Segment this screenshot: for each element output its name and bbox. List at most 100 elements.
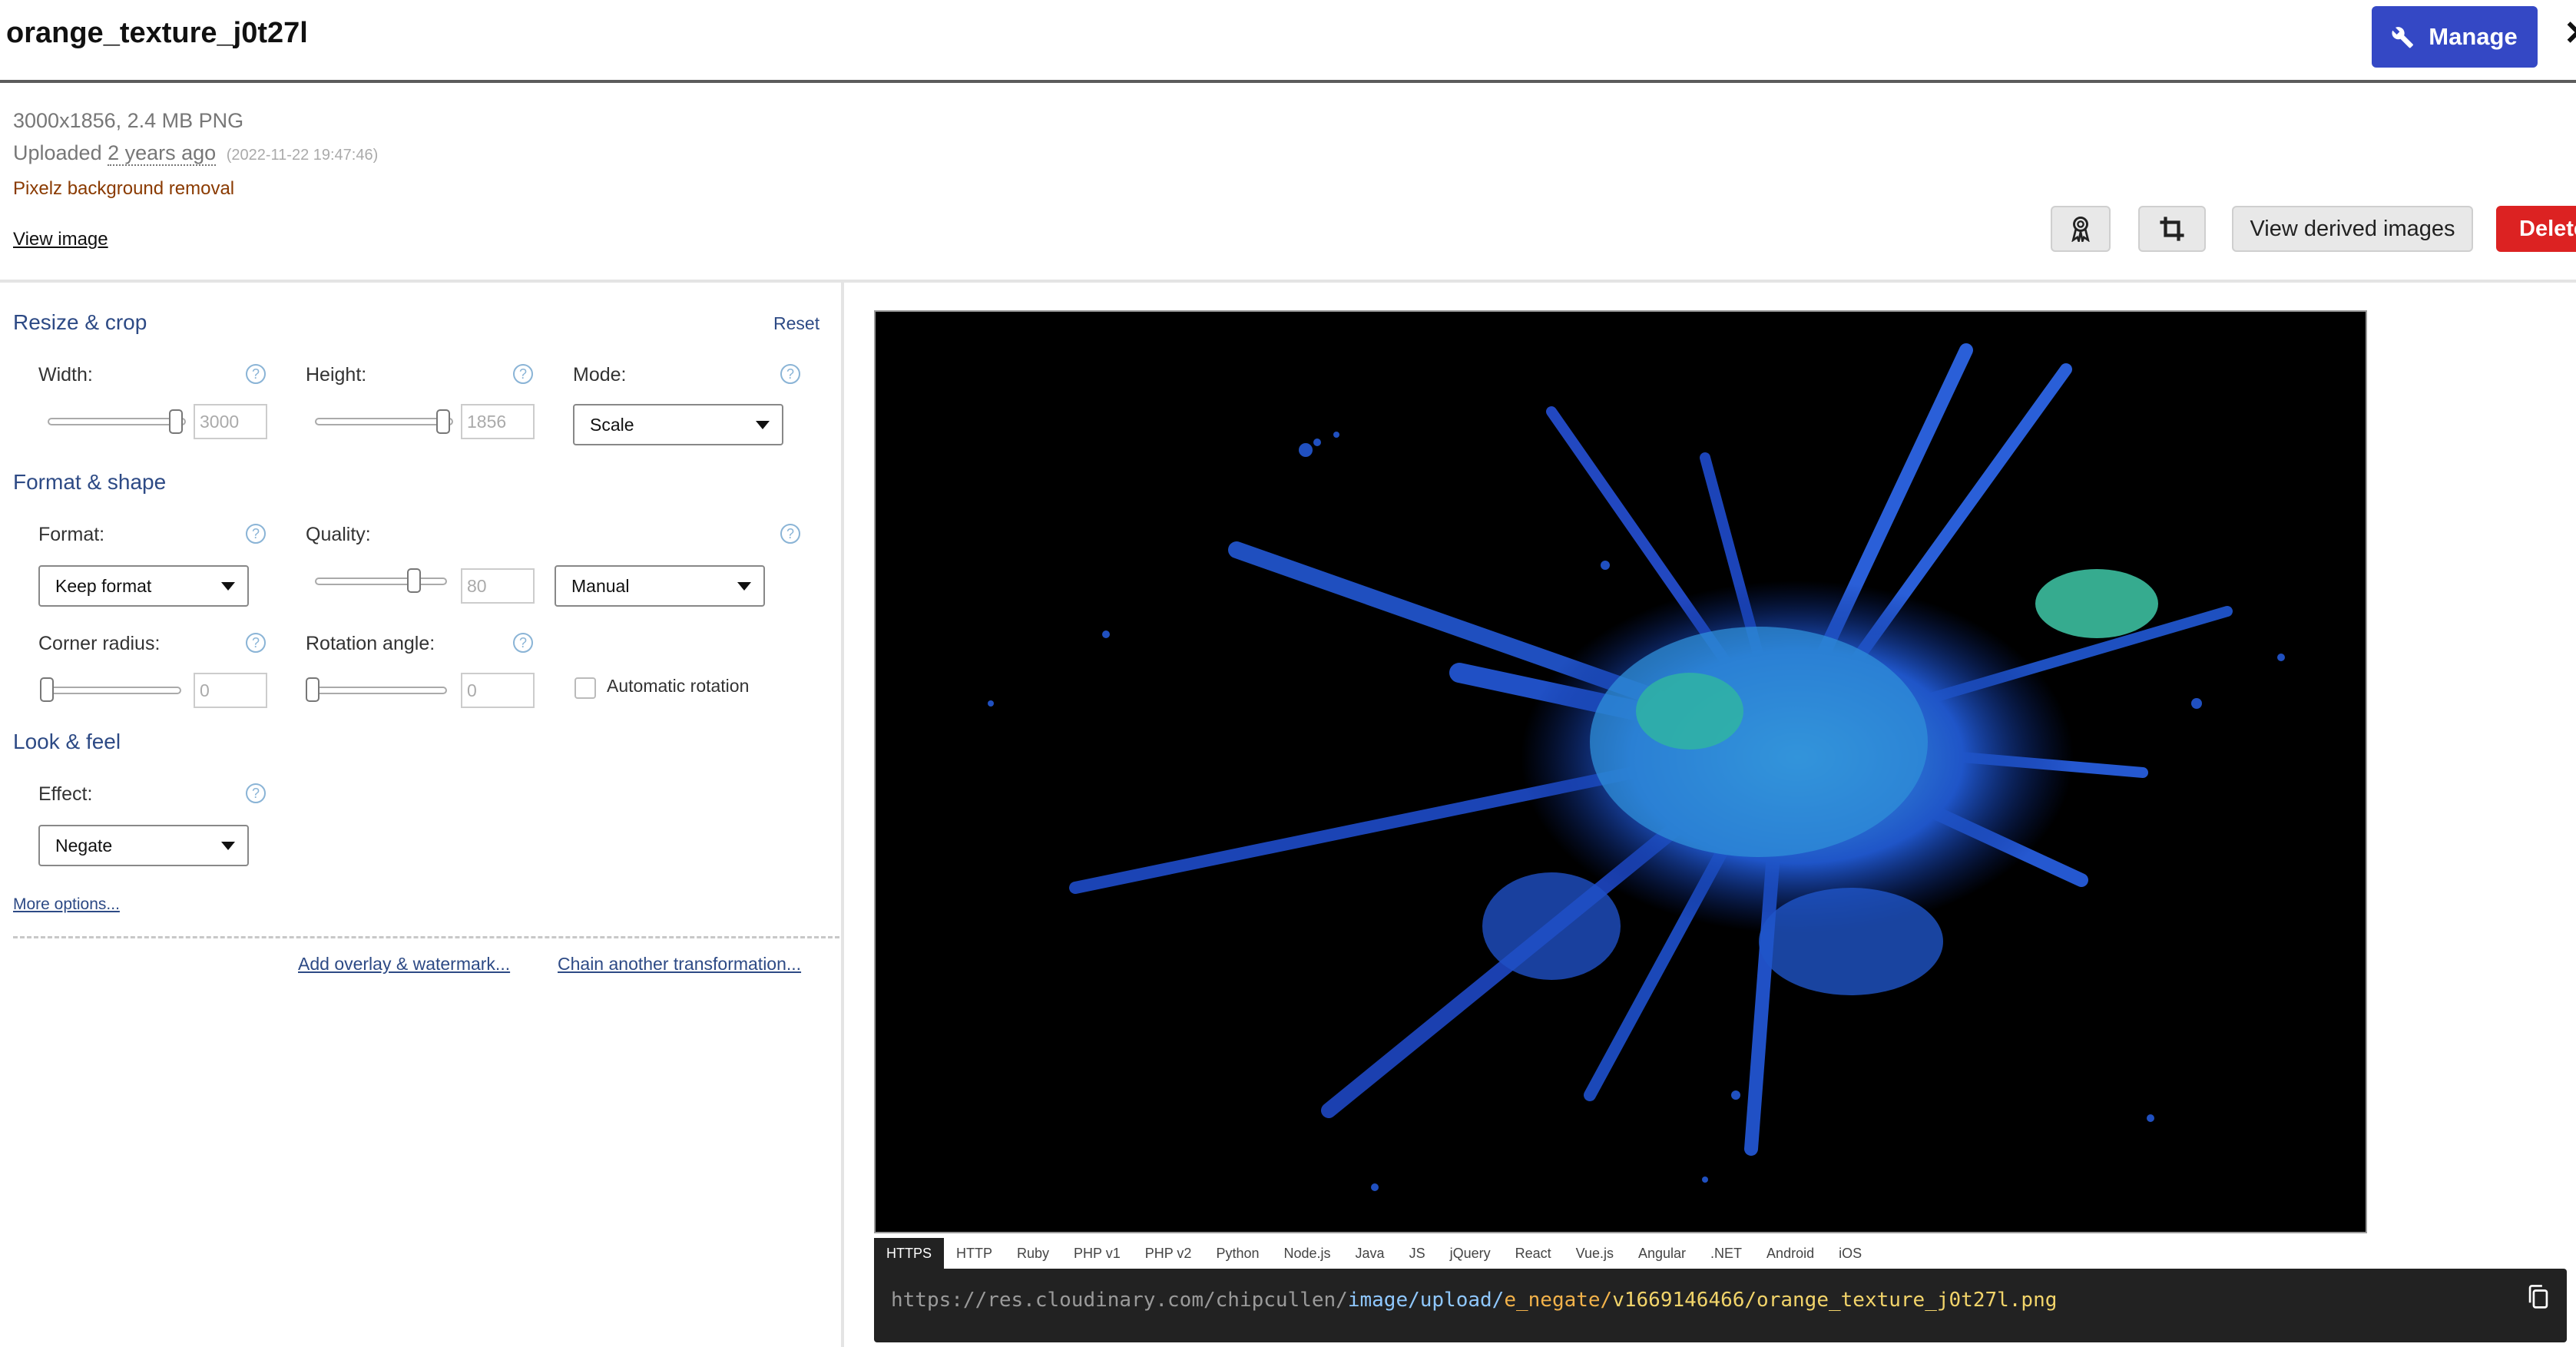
effect-select-value: Negate	[55, 836, 113, 856]
award-button[interactable]	[2051, 206, 2111, 252]
format-help-icon[interactable]: ?	[246, 524, 266, 544]
height-slider[interactable]	[315, 418, 453, 425]
effect-select[interactable]: Negate	[38, 825, 249, 866]
tab-nodejs[interactable]: Node.js	[1272, 1238, 1343, 1269]
header-bar: orange_texture_j0t27l Manage ✕	[0, 0, 2576, 83]
chain-transformation-link[interactable]: Chain another transformation...	[558, 954, 801, 975]
delete-button[interactable]: Delete	[2496, 206, 2576, 252]
corner-radius-slider[interactable]	[43, 687, 181, 694]
mode-help-icon[interactable]: ?	[780, 364, 800, 384]
panel-divider	[841, 283, 844, 1347]
corner-radius-help-icon[interactable]: ?	[246, 633, 266, 653]
tab-java[interactable]: Java	[1343, 1238, 1397, 1269]
corner-radius-slider-thumb[interactable]	[40, 677, 54, 702]
quality-mode-select[interactable]: Manual	[555, 565, 765, 607]
tab-ruby[interactable]: Ruby	[1005, 1238, 1061, 1269]
format-label: Format:	[38, 524, 105, 545]
award-ribbon-icon	[2071, 216, 2090, 242]
uploaded-relative-time: 2 years ago	[108, 141, 217, 166]
quality-slider-thumb[interactable]	[407, 568, 421, 593]
width-input[interactable]: 3000	[194, 404, 267, 439]
tab-dotnet[interactable]: .NET	[1698, 1238, 1754, 1269]
manage-button-label: Manage	[2429, 23, 2518, 50]
tab-jquery[interactable]: jQuery	[1438, 1238, 1503, 1269]
asset-title: orange_texture_j0t27l	[6, 17, 308, 49]
quality-help-icon[interactable]: ?	[780, 524, 800, 544]
quality-label: Quality:	[306, 524, 371, 545]
quality-slider[interactable]	[315, 578, 447, 585]
tab-angular[interactable]: Angular	[1626, 1238, 1698, 1269]
mode-label: Mode:	[573, 364, 627, 386]
code-snippet-box: https://res.cloudinary.com/chipcullen/im…	[874, 1269, 2567, 1342]
addon-status: Pixelz background removal	[13, 178, 235, 199]
height-input[interactable]: 1856	[461, 404, 535, 439]
height-label: Height:	[306, 364, 367, 386]
wrench-icon	[2392, 27, 2414, 48]
tab-ios[interactable]: iOS	[1826, 1238, 1874, 1269]
automatic-rotation-checkbox[interactable]	[574, 677, 596, 699]
corner-radius-label: Corner radius:	[38, 633, 161, 654]
tab-react[interactable]: React	[1503, 1238, 1564, 1269]
tab-php-v1[interactable]: PHP v1	[1061, 1238, 1133, 1269]
automatic-rotation-label: Automatic rotation	[607, 676, 750, 696]
manage-button[interactable]: Manage	[2372, 6, 2538, 68]
reset-link[interactable]: Reset	[773, 313, 819, 334]
rotation-help-icon[interactable]: ?	[513, 633, 533, 653]
quality-input[interactable]: 80	[461, 568, 535, 604]
close-icon[interactable]: ✕	[2564, 11, 2576, 57]
look-feel-title: Look & feel	[13, 730, 121, 753]
mode-select[interactable]: Scale	[573, 404, 783, 445]
add-overlay-link[interactable]: Add overlay & watermark...	[298, 954, 510, 975]
tab-python[interactable]: Python	[1204, 1238, 1271, 1269]
chevron-down-icon	[221, 842, 235, 850]
uploaded-timestamp: (2022-11-22 19:47:46)	[226, 147, 379, 164]
dashed-separator	[13, 936, 839, 938]
crop-icon	[2160, 217, 2184, 241]
url-path: image/upload/	[1347, 1289, 1505, 1312]
corner-radius-input[interactable]: 0	[194, 673, 267, 708]
asset-dimensions: 3000x1856, 2.4 MB PNG	[13, 109, 244, 132]
crop-button[interactable]	[2138, 206, 2206, 252]
tab-android[interactable]: Android	[1754, 1238, 1826, 1269]
chevron-down-icon	[737, 582, 751, 591]
tab-https[interactable]: HTTPS	[874, 1238, 945, 1269]
code-language-tabs: HTTPS HTTP Ruby PHP v1 PHP v2 Python Nod…	[874, 1238, 1874, 1269]
section-divider	[0, 280, 2576, 283]
image-preview[interactable]	[874, 310, 2367, 1233]
rotation-input[interactable]: 0	[461, 673, 535, 708]
rotation-slider-thumb[interactable]	[306, 677, 320, 702]
view-derived-images-button[interactable]: View derived images	[2232, 206, 2473, 252]
tab-http[interactable]: HTTP	[944, 1238, 1005, 1269]
url-asset: v1669146466/orange_texture_j0t27l.png	[1612, 1289, 2058, 1312]
rotation-label: Rotation angle:	[306, 633, 435, 654]
more-options-link[interactable]: More options...	[13, 895, 120, 914]
tab-php-v2[interactable]: PHP v2	[1133, 1238, 1204, 1269]
rotation-slider[interactable]	[309, 687, 447, 694]
tab-vuejs[interactable]: Vue.js	[1564, 1238, 1626, 1269]
width-help-icon[interactable]: ?	[246, 364, 266, 384]
uploaded-prefix: Uploaded	[13, 141, 102, 164]
chevron-down-icon	[756, 421, 770, 429]
format-select-value: Keep format	[55, 576, 152, 596]
copy-icon[interactable]	[2527, 1284, 2550, 1314]
format-select[interactable]: Keep format	[38, 565, 249, 607]
width-label: Width:	[38, 364, 93, 386]
upload-info: Uploaded 2 years ago (2022-11-22 19:47:4…	[13, 141, 379, 166]
height-help-icon[interactable]: ?	[513, 364, 533, 384]
effect-label: Effect:	[38, 783, 93, 805]
width-slider-thumb[interactable]	[169, 409, 183, 434]
resize-crop-title: Resize & crop	[13, 310, 147, 334]
mode-select-value: Scale	[590, 415, 634, 435]
view-image-link[interactable]: View image	[13, 229, 108, 250]
width-slider[interactable]	[48, 418, 186, 425]
height-slider-thumb[interactable]	[436, 409, 450, 434]
url-base: https://res.cloudinary.com/chipcullen/	[891, 1289, 1348, 1312]
url-transformation: e_negate/	[1504, 1289, 1613, 1312]
effect-help-icon[interactable]: ?	[246, 783, 266, 803]
chevron-down-icon	[221, 582, 235, 591]
format-shape-title: Format & shape	[13, 470, 167, 494]
tab-js[interactable]: JS	[1397, 1238, 1438, 1269]
delivery-url[interactable]: https://res.cloudinary.com/chipcullen/im…	[891, 1289, 2057, 1312]
quality-mode-value: Manual	[571, 576, 630, 596]
splash-image	[988, 343, 2285, 1191]
